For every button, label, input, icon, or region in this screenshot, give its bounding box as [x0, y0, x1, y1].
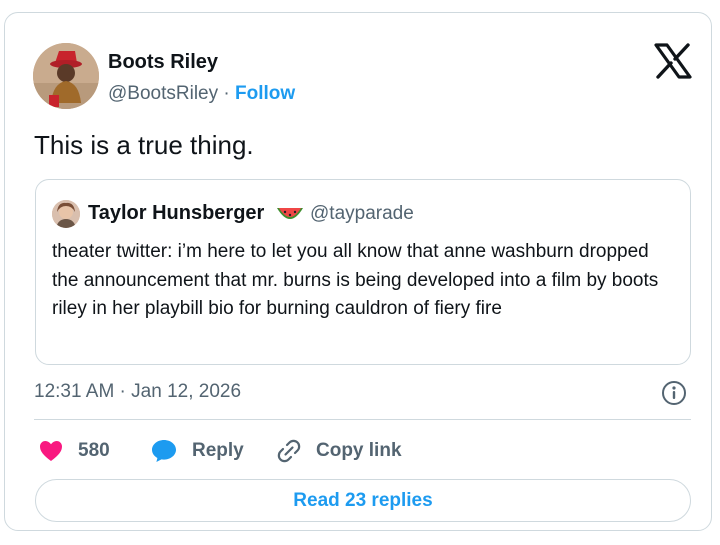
quote-text: theater twitter: i’m here to let you all… — [52, 241, 659, 319]
quote-author-name[interactable]: Taylor Hunsberger — [88, 202, 264, 225]
link-icon — [276, 438, 302, 464]
tweet-timestamp[interactable]: 12:31 AM · Jan 12, 2026 — [34, 381, 241, 403]
separator: · — [223, 83, 230, 104]
quote-author-handle[interactable]: @tayparade — [310, 203, 414, 225]
author-handle[interactable]: @BootsRiley — [108, 83, 218, 104]
reply-button[interactable]: Reply — [151, 435, 244, 467]
divider — [34, 419, 691, 420]
tweet-text: This is a true thing. — [34, 130, 254, 160]
like-count: 580 — [78, 440, 110, 461]
copy-link-label: Copy link — [316, 440, 402, 461]
follow-button[interactable]: Follow — [235, 83, 295, 104]
info-icon[interactable] — [661, 380, 687, 406]
watermelon-icon — [276, 206, 304, 224]
quoted-tweet[interactable]: Taylor Hunsberger @tayparade theater twi… — [35, 179, 691, 365]
read-replies-button[interactable]: Read 23 replies — [35, 479, 691, 522]
x-logo-icon[interactable] — [654, 43, 692, 79]
author-handle-row: @BootsRiley · Follow — [108, 83, 295, 105]
speech-bubble-icon — [151, 439, 177, 463]
reply-label: Reply — [192, 440, 244, 461]
author-name[interactable]: Boots Riley — [108, 51, 218, 74]
action-bar: 580 Reply Copy link — [35, 435, 685, 467]
like-button[interactable]: 580 — [39, 435, 110, 467]
tweet-card: Boots Riley @BootsRiley · Follow This is… — [4, 12, 712, 531]
avatar[interactable] — [33, 43, 99, 109]
quote-avatar[interactable] — [52, 200, 80, 228]
copy-link-button[interactable]: Copy link — [276, 435, 402, 467]
heart-icon — [39, 440, 63, 462]
